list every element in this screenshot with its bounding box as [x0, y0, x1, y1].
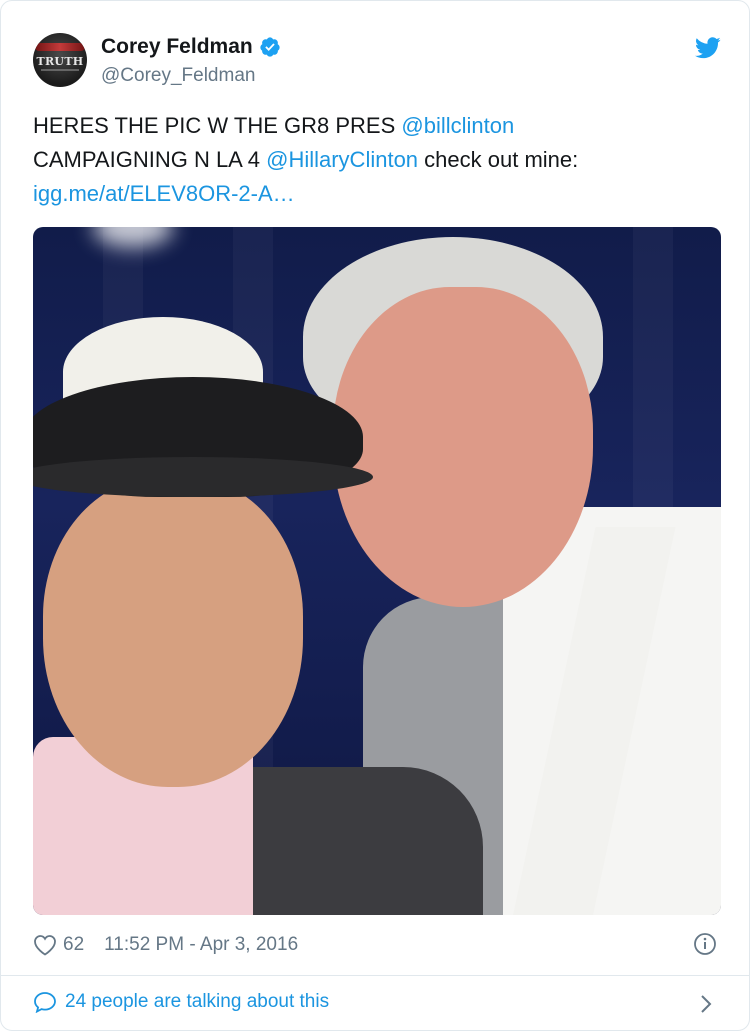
author-name[interactable]: Corey Feldman: [101, 35, 253, 59]
mention-billclinton-link[interactable]: @billclinton: [401, 113, 514, 138]
external-url-link[interactable]: igg.me/at/ELEV8OR-2-A…: [33, 181, 295, 206]
tweet-timestamp[interactable]: 11:52 PM - Apr 3, 2016: [104, 934, 298, 956]
avatar[interactable]: TRUTH: [33, 33, 87, 87]
tweet-photo[interactable]: [33, 227, 721, 915]
tweet-card: TRUTH Corey Feldman @Corey_Feldman HERES…: [0, 0, 750, 1031]
tweet-text-part-2: CAMPAIGNING N LA 4: [33, 147, 267, 172]
twitter-bird-icon[interactable]: [695, 37, 721, 59]
avatar-logo-underline: [41, 69, 79, 71]
info-icon[interactable]: [693, 932, 717, 956]
mention-hillaryclinton-link[interactable]: @HillaryClinton: [266, 147, 418, 172]
footer-divider: [1, 975, 749, 976]
tweet-meta: 62 11:52 PM - Apr 3, 2016: [33, 931, 298, 959]
chevron-right-icon[interactable]: [699, 993, 713, 1015]
verified-badge-icon: [260, 37, 280, 57]
photo-person-right-face: [333, 287, 593, 607]
tweet-text-part-1: HERES THE PIC W THE GR8 PRES: [33, 113, 402, 138]
like-count[interactable]: 62: [63, 934, 84, 956]
photo-person-left-hat-brim: [33, 457, 373, 497]
photo-person-left-face: [43, 477, 303, 787]
author-name-row: Corey Feldman: [101, 35, 281, 59]
talking-about-link[interactable]: 24 people are talking about this: [33, 991, 329, 1013]
talking-about-text: 24 people are talking about this: [65, 991, 330, 1012]
tweet-header: TRUTH Corey Feldman @Corey_Feldman: [33, 33, 723, 89]
author-handle[interactable]: @Corey_Feldman: [101, 65, 255, 87]
tweet-text-part-3: check out mine:: [418, 147, 579, 172]
heart-icon[interactable]: [33, 934, 57, 956]
avatar-logo-streak: [35, 43, 85, 51]
avatar-logo-text: TRUTH: [36, 55, 84, 68]
speech-bubble-icon: [34, 992, 56, 1013]
tweet-text: HERES THE PIC W THE GR8 PRES @billclinto…: [33, 109, 723, 211]
